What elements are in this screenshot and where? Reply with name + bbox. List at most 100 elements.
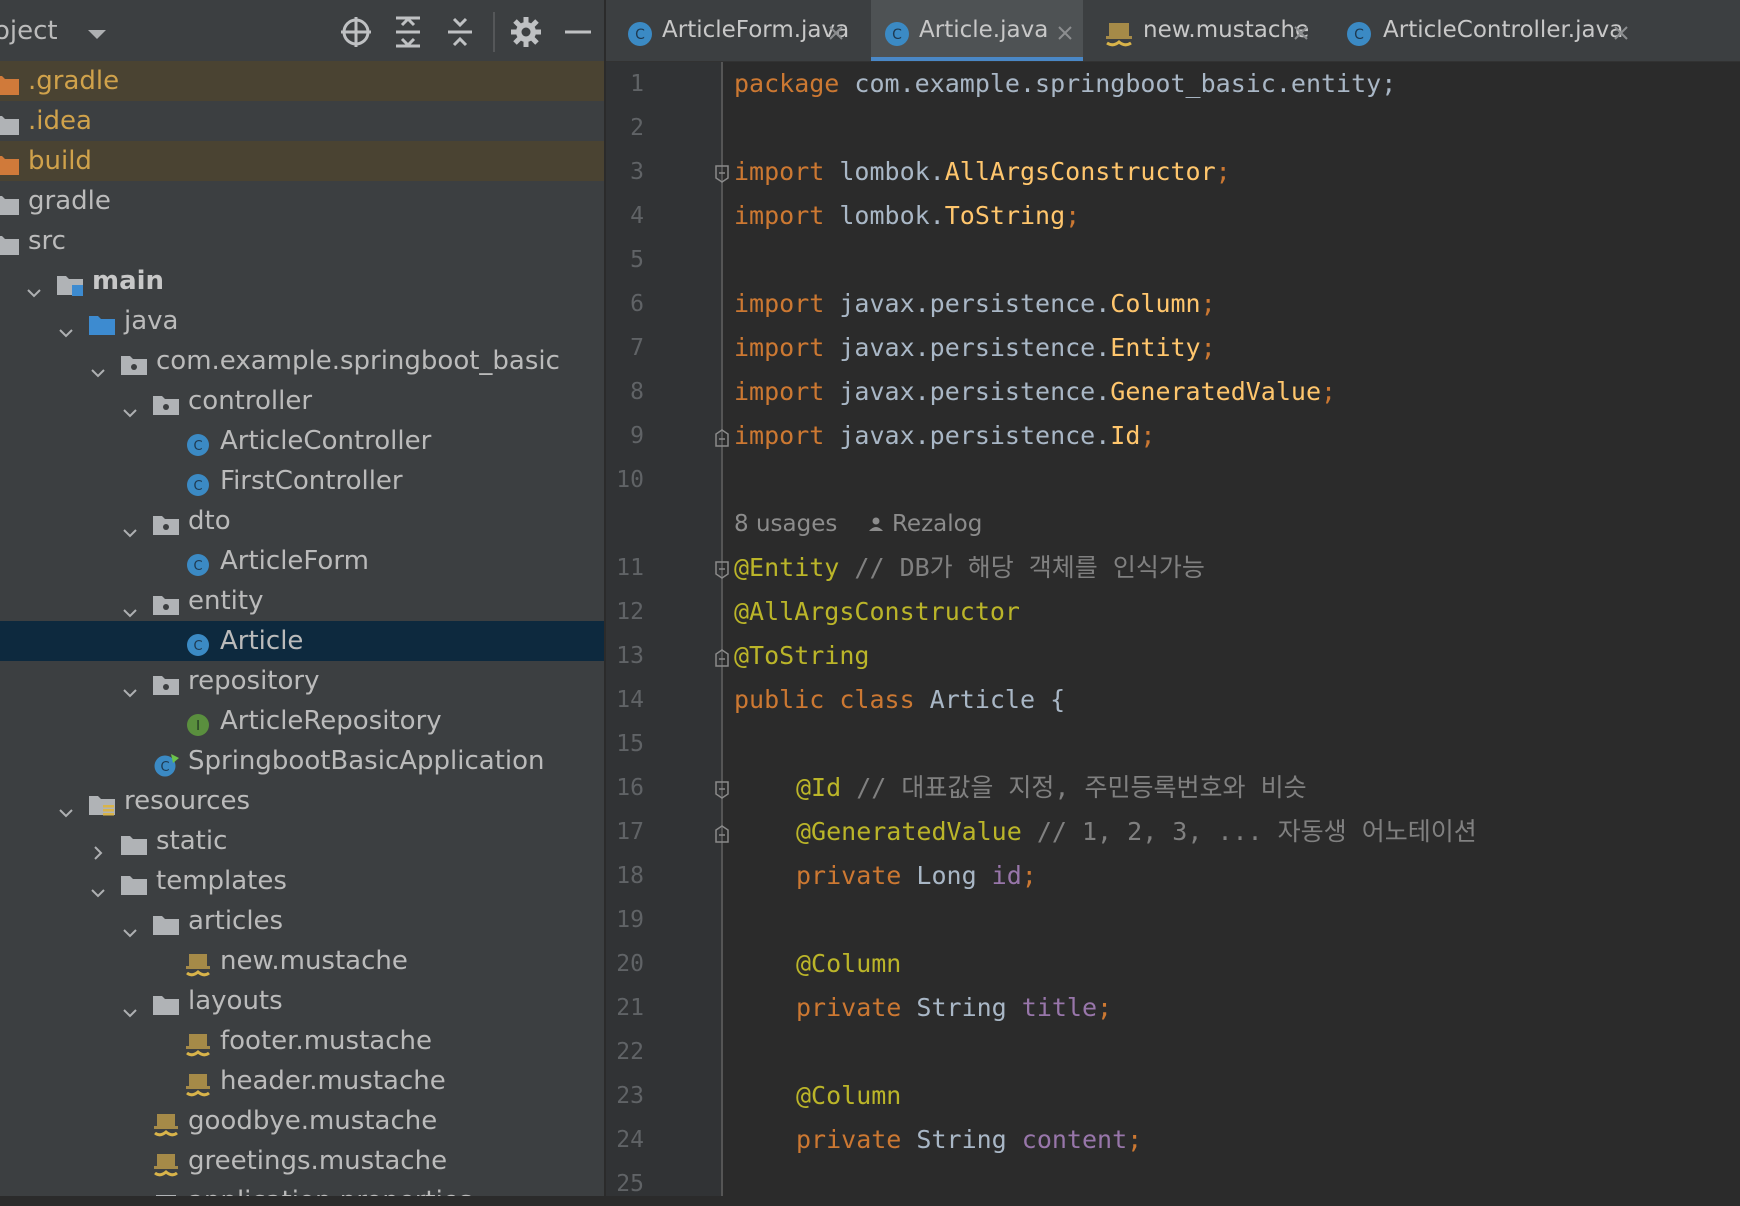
- usages-count[interactable]: 8 usages: [734, 511, 837, 537]
- class-icon: C: [184, 429, 212, 456]
- tab-article-java[interactable]: C Article.java: [871, 0, 1083, 61]
- line-number: 18: [616, 863, 644, 889]
- tab-articleform-java[interactable]: C ArticleForm.java: [606, 0, 860, 61]
- fold-end-icon[interactable]: [712, 428, 732, 448]
- settings-icon[interactable]: [508, 14, 544, 50]
- fold-start-icon[interactable]: [712, 780, 732, 800]
- expand-all-icon[interactable]: [390, 14, 426, 50]
- mustache-icon: [152, 1149, 180, 1177]
- tree-item-label: gradle: [28, 186, 111, 216]
- author-name[interactable]: Rezalog: [892, 511, 982, 537]
- tab-label: ArticleForm.java: [662, 17, 850, 43]
- chevron-down-icon[interactable]: [122, 513, 138, 538]
- tree-item-entity[interactable]: entity: [0, 581, 604, 621]
- class-icon: C: [1347, 22, 1371, 46]
- tree-item-static[interactable]: static: [0, 821, 604, 861]
- line-number: 24: [616, 1127, 644, 1153]
- tree-item-articleform[interactable]: C ArticleForm: [0, 541, 604, 581]
- tree-item-label: resources: [124, 786, 251, 816]
- fold-start-icon[interactable]: [712, 560, 732, 580]
- locate-icon[interactable]: [338, 14, 374, 50]
- tree-item-articlecontroller[interactable]: C ArticleController: [0, 421, 604, 461]
- tab-articlecontroller-java[interactable]: C ArticleController.java: [1333, 0, 1643, 61]
- line-number: 11: [616, 555, 644, 581]
- tree-item-layouts[interactable]: layouts: [0, 981, 604, 1021]
- tree-item-new-mustache[interactable]: new.mustache: [0, 941, 604, 981]
- chevron-down-icon[interactable]: [86, 28, 108, 42]
- tree-item-firstcontroller[interactable]: C FirstController: [0, 461, 604, 501]
- svg-text:C: C: [193, 439, 202, 454]
- close-icon[interactable]: [1613, 25, 1629, 41]
- tree-item-com-example-springboot-basic[interactable]: com.example.springboot_basic: [0, 341, 604, 381]
- import-package: javax.persistence.: [824, 377, 1111, 406]
- tree-item-idea[interactable]: .idea: [0, 101, 604, 141]
- tree-item-application-properties[interactable]: application.properties: [0, 1181, 604, 1196]
- code-line-23: @Column: [796, 1074, 901, 1118]
- chevron-right-icon[interactable]: [90, 833, 106, 860]
- project-tree: .gradle .idea build gradle src main java com.ex…: [0, 61, 604, 1196]
- tree-item-gradle[interactable]: gradle: [0, 181, 604, 221]
- line-number: 1: [630, 71, 644, 97]
- tab-new-mustache[interactable]: new.mustache: [1093, 0, 1323, 61]
- semicolon: ;: [1200, 333, 1216, 362]
- code-line-3: import lombok.AllArgsConstructor;: [734, 150, 1231, 194]
- collapse-all-icon[interactable]: [442, 14, 478, 50]
- tree-item-label: Article: [220, 626, 304, 656]
- hide-panel-icon[interactable]: [560, 14, 596, 50]
- tree-item-label: new.mustache: [220, 946, 408, 976]
- mustache-icon: [184, 1029, 212, 1057]
- chevron-down-icon[interactable]: [122, 593, 138, 618]
- folder-icon: [0, 189, 20, 215]
- close-icon[interactable]: [1293, 25, 1309, 41]
- chevron-down-icon[interactable]: [122, 993, 138, 1018]
- line-number: 4: [630, 203, 644, 229]
- fold-end-icon[interactable]: [712, 824, 732, 844]
- tree-item-article[interactable]: C Article: [0, 621, 604, 661]
- tree-item-dto[interactable]: dto: [0, 501, 604, 541]
- svg-text:C: C: [160, 760, 169, 775]
- comment: // 1, 2, 3, ... 자동생 어노테이션: [1021, 817, 1477, 846]
- comment: // 대표값을 지정, 주민등록번호와 비슷: [841, 773, 1307, 802]
- chevron-down-icon[interactable]: [58, 793, 74, 818]
- code-vision-inlay[interactable]: 8 usages Rezalog: [734, 502, 982, 546]
- chevron-down-icon[interactable]: [90, 873, 106, 898]
- type: String: [901, 993, 1022, 1022]
- tree-item-main[interactable]: main: [0, 261, 604, 301]
- tree-item-templates[interactable]: templates: [0, 861, 604, 901]
- chevron-down-icon[interactable]: [122, 913, 138, 938]
- close-icon[interactable]: [1057, 25, 1073, 41]
- tree-item-goodbye-mustache[interactable]: goodbye.mustache: [0, 1101, 604, 1141]
- project-view-title[interactable]: oject: [0, 16, 58, 46]
- fold-end-icon[interactable]: [712, 648, 732, 668]
- tree-item-controller[interactable]: controller: [0, 381, 604, 421]
- tree-item-articles[interactable]: articles: [0, 901, 604, 941]
- tree-item-greetings-mustache[interactable]: greetings.mustache: [0, 1141, 604, 1181]
- tree-item-header-mustache[interactable]: header.mustache: [0, 1061, 604, 1101]
- chevron-down-icon[interactable]: [122, 673, 138, 698]
- tree-item-src[interactable]: src: [0, 221, 604, 261]
- import-class: Id: [1110, 421, 1141, 450]
- tree-item-resources[interactable]: resources: [0, 781, 604, 821]
- chevron-down-icon[interactable]: [58, 313, 74, 338]
- import-class: Entity: [1110, 333, 1201, 362]
- chevron-down-icon[interactable]: [122, 393, 138, 418]
- class-icon: C: [184, 549, 212, 576]
- tree-item-build[interactable]: build: [0, 141, 604, 181]
- spring-class-icon: C: [152, 749, 180, 777]
- tree-item-footer-mustache[interactable]: footer.mustache: [0, 1021, 604, 1061]
- tree-item-java[interactable]: java: [0, 301, 604, 341]
- class-icon: C: [184, 469, 212, 496]
- code-line-4: import lombok.ToString;: [734, 194, 1080, 238]
- mustache-icon: [1106, 23, 1132, 47]
- tree-item-repository[interactable]: repository: [0, 661, 604, 701]
- chevron-down-icon[interactable]: [90, 353, 106, 378]
- svg-text:C: C: [193, 559, 202, 574]
- close-icon[interactable]: [828, 25, 844, 41]
- tree-item-springbootbasicapplication[interactable]: C SpringbootBasicApplication: [0, 741, 604, 781]
- tree-item-gradle[interactable]: .gradle: [0, 61, 604, 101]
- semicolon: ;: [1127, 1125, 1143, 1154]
- fold-start-icon[interactable]: [712, 164, 732, 184]
- tree-item-articlerepository[interactable]: I ArticleRepository: [0, 701, 604, 741]
- tree-item-label: goodbye.mustache: [188, 1106, 438, 1136]
- chevron-down-icon[interactable]: [26, 273, 42, 298]
